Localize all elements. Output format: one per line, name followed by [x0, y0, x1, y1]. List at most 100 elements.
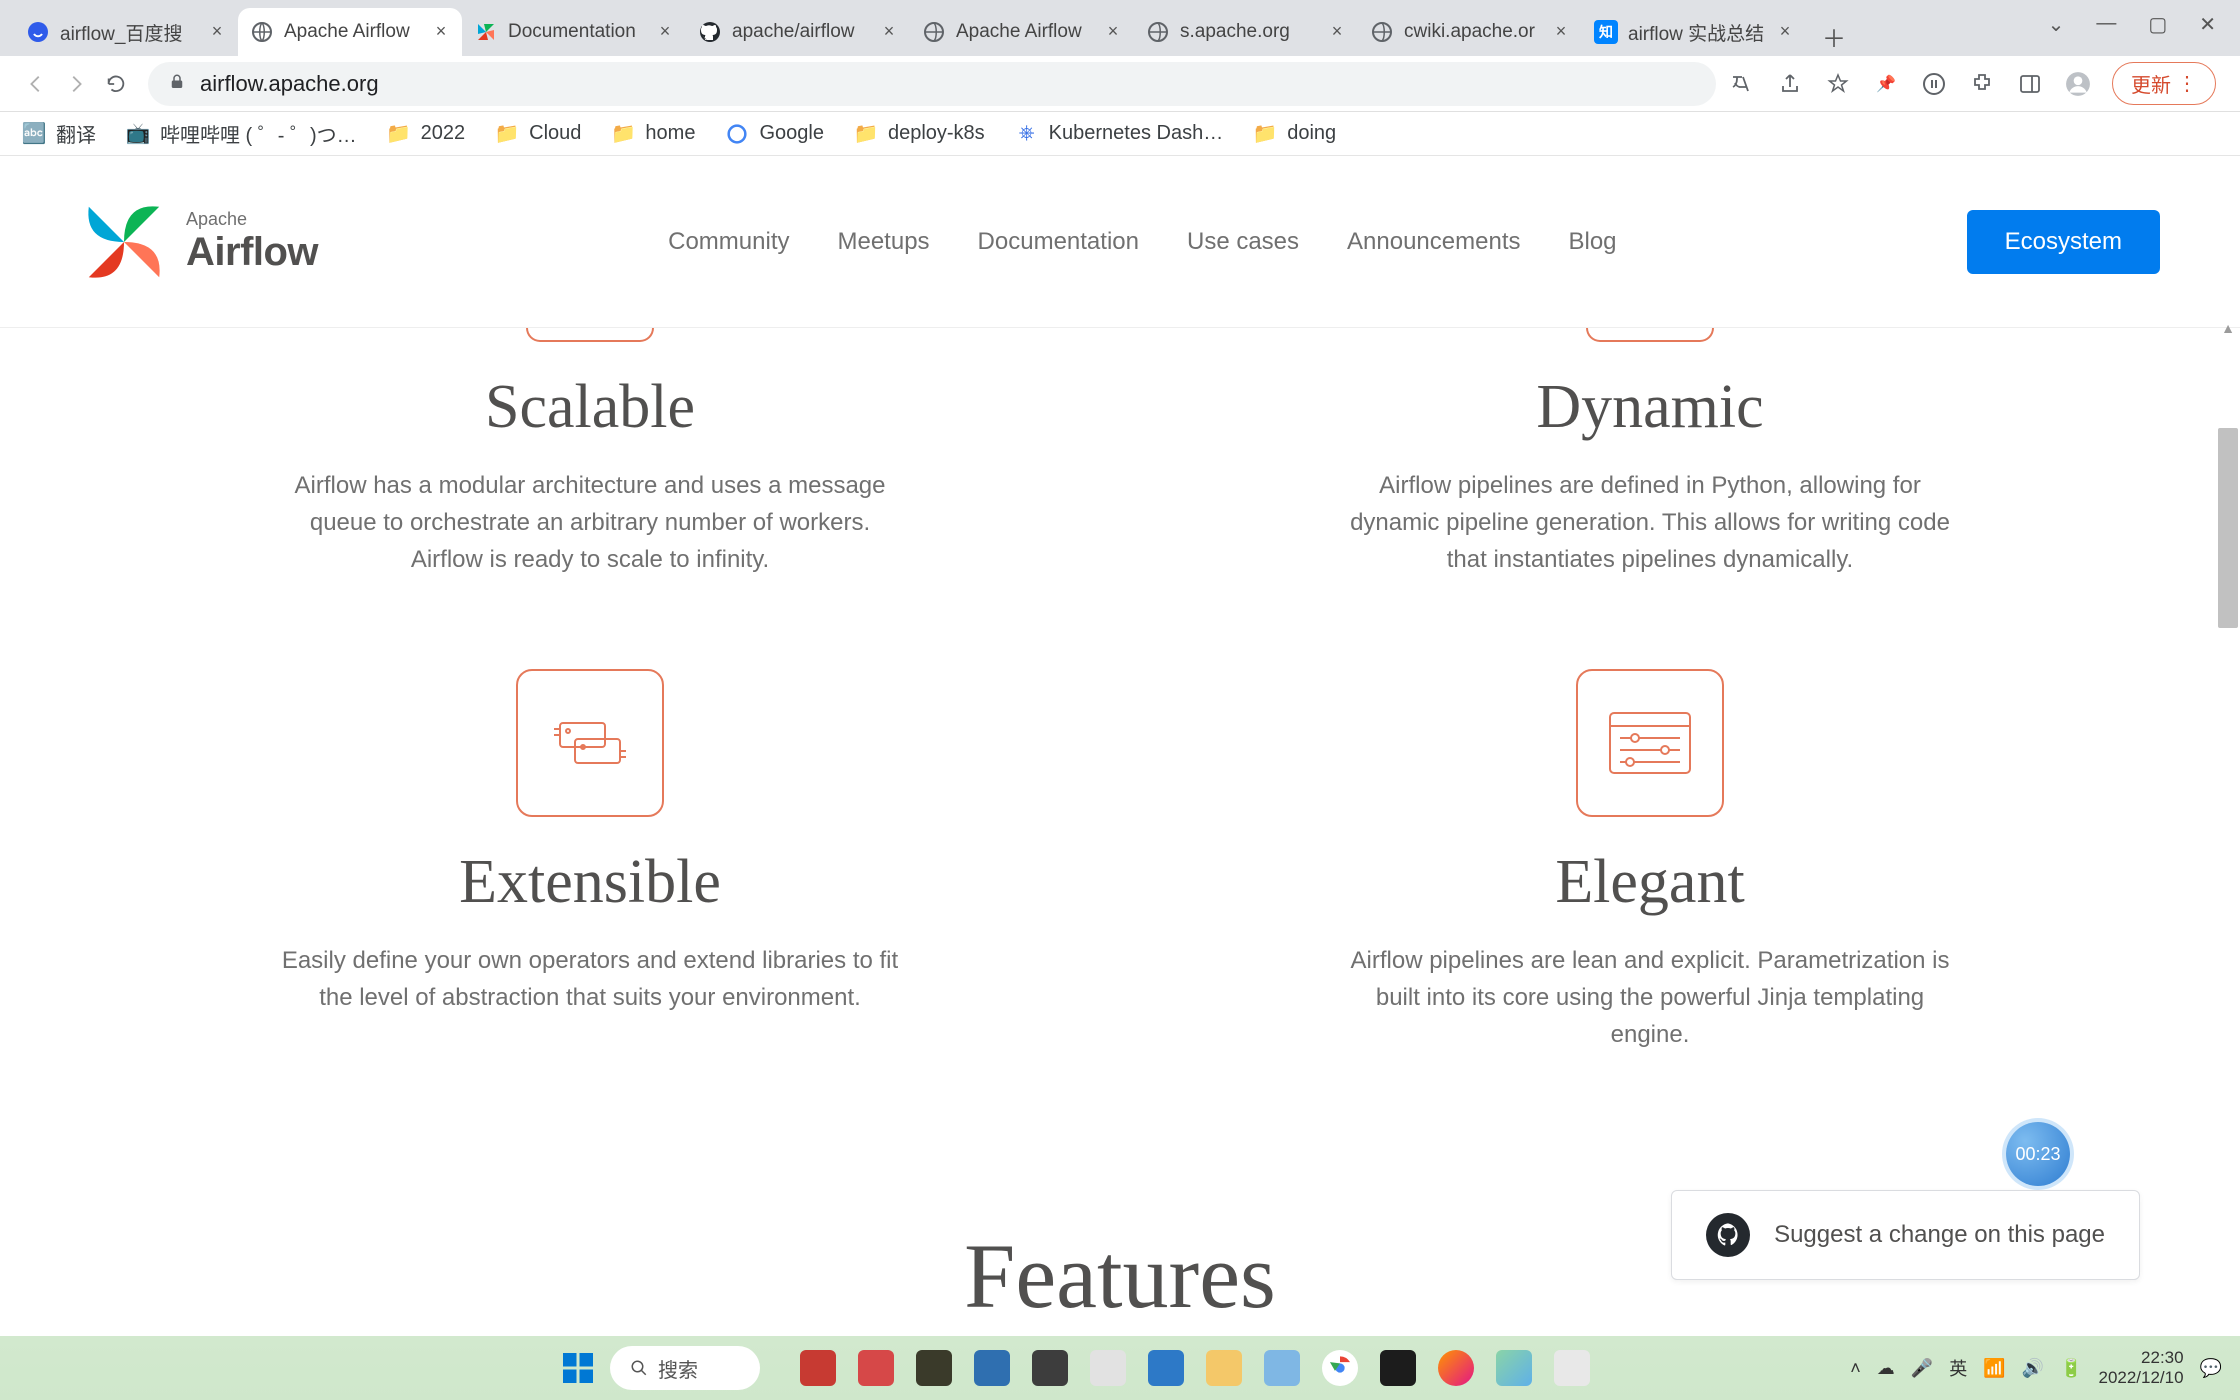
bookmark-deploy-k8s[interactable]: 📁deploy-k8s: [854, 122, 985, 146]
site-logo[interactable]: Apache Airflow: [80, 198, 318, 286]
taskbar-app-2[interactable]: [858, 1350, 894, 1386]
tray-cloud-icon[interactable]: ☁: [1877, 1358, 1895, 1379]
tray-wifi-icon[interactable]: 📶: [1983, 1358, 2005, 1379]
taskbar-explorer[interactable]: [1206, 1350, 1242, 1386]
nav-announcements[interactable]: Announcements: [1347, 228, 1520, 256]
bookmark-translate[interactable]: 🔤翻译: [22, 119, 96, 148]
reload-button[interactable]: [96, 64, 136, 104]
start-button[interactable]: [560, 1350, 596, 1386]
tray-volume-icon[interactable]: 🔊: [2022, 1358, 2044, 1379]
tab-airflow-2[interactable]: Apache Airflow ×: [910, 8, 1134, 56]
scrollbar-thumb[interactable]: [2218, 428, 2238, 628]
tray-clock[interactable]: 22:30 2022/12/10: [2098, 1348, 2183, 1389]
scroll-up-icon[interactable]: ▲: [2218, 320, 2238, 340]
translate-icon[interactable]: [1728, 70, 1756, 98]
folder-icon: 📁: [854, 122, 878, 146]
extensions-icon[interactable]: [1968, 70, 1996, 98]
feature-body: Airflow pipelines are defined in Python,…: [1340, 467, 1960, 579]
tab-github[interactable]: apache/airflow ×: [686, 8, 910, 56]
tab-airflow-home[interactable]: Apache Airflow ×: [238, 8, 462, 56]
taskbar-app-6[interactable]: [1090, 1350, 1126, 1386]
kebab-icon: ⋮: [2177, 71, 2197, 96]
nav-community[interactable]: Community: [668, 228, 789, 256]
bookmarks-bar: 🔤翻译 📺哔哩哔哩 ( ゜- ゜)つ… 📁2022 📁Cloud 📁home G…: [0, 112, 2240, 156]
tab-sapache[interactable]: s.apache.org ×: [1134, 8, 1358, 56]
tab-docs[interactable]: Documentation ×: [462, 8, 686, 56]
bookmark-doing[interactable]: 📁doing: [1253, 122, 1336, 146]
close-icon[interactable]: ×: [1552, 23, 1570, 41]
github-icon: [698, 20, 722, 44]
taskbar-app-4[interactable]: [974, 1350, 1010, 1386]
back-button[interactable]: [16, 64, 56, 104]
tray-mic-icon[interactable]: 🎤: [1911, 1358, 1933, 1379]
share-icon[interactable]: [1776, 70, 1804, 98]
nav-meetups[interactable]: Meetups: [837, 228, 929, 256]
taskbar-chrome[interactable]: [1322, 1350, 1358, 1386]
close-icon[interactable]: ×: [1104, 23, 1122, 41]
folder-icon: 📁: [1253, 122, 1277, 146]
pause-ext-icon[interactable]: [1920, 70, 1948, 98]
main-nav: Community Meetups Documentation Use case…: [318, 228, 1967, 256]
taskbar-app-8[interactable]: [1496, 1350, 1532, 1386]
bookmark-cloud[interactable]: 📁Cloud: [495, 122, 581, 146]
tab-label: Apache Airflow: [284, 21, 432, 43]
suggest-label: Suggest a change on this page: [1774, 1221, 2105, 1249]
tab-zhihu[interactable]: 知 airflow 实战总结 ×: [1582, 8, 1806, 56]
taskbar-app-9[interactable]: [1554, 1350, 1590, 1386]
tray-chevron-icon[interactable]: ˄: [1850, 1358, 1861, 1379]
suggest-change-button[interactable]: Suggest a change on this page: [1671, 1190, 2140, 1280]
close-icon[interactable]: ×: [208, 23, 226, 41]
timer-value: 00:23: [2015, 1144, 2060, 1165]
update-button[interactable]: 更新 ⋮: [2112, 62, 2216, 105]
maximize-icon[interactable]: ▢: [2148, 12, 2167, 37]
minimize-icon[interactable]: —: [2096, 12, 2116, 37]
tab-label: Documentation: [508, 21, 656, 43]
bookmark-home[interactable]: 📁home: [611, 122, 695, 146]
dropdown-icon[interactable]: ⌄: [2048, 12, 2065, 37]
bookmark-google[interactable]: Google: [725, 122, 824, 146]
nav-use-cases[interactable]: Use cases: [1187, 228, 1299, 256]
tab-label: airflow_百度搜: [60, 19, 208, 46]
bookmark-2022[interactable]: 📁2022: [387, 122, 466, 146]
profile-icon[interactable]: [2064, 70, 2092, 98]
close-icon[interactable]: ×: [1328, 23, 1346, 41]
close-icon[interactable]: ✕: [2199, 12, 2216, 37]
nav-blog[interactable]: Blog: [1568, 228, 1616, 256]
taskbar-app-1[interactable]: [800, 1350, 836, 1386]
scalable-icon: [526, 328, 654, 342]
taskbar-firefox[interactable]: [1438, 1350, 1474, 1386]
timer-bubble[interactable]: 00:23: [2006, 1122, 2070, 1186]
sidepanel-icon[interactable]: [2016, 70, 2044, 98]
baidu-icon: [26, 20, 50, 44]
site-header: Apache Airflow Community Meetups Documen…: [0, 156, 2240, 328]
tray-ime[interactable]: 英: [1949, 1355, 1967, 1381]
tab-label: Apache Airflow: [956, 21, 1104, 43]
tab-cwiki[interactable]: cwiki.apache.or ×: [1358, 8, 1582, 56]
tray-date: 2022/12/10: [2098, 1368, 2183, 1388]
close-icon[interactable]: ×: [880, 23, 898, 41]
close-icon[interactable]: ×: [656, 23, 674, 41]
taskbar-photos[interactable]: [1264, 1350, 1300, 1386]
pin-ext-icon[interactable]: 📌: [1872, 70, 1900, 98]
new-tab-button[interactable]: ＋: [1814, 16, 1854, 56]
feature-title: Elegant: [1180, 847, 2120, 918]
tab-label: airflow 实战总结: [1628, 19, 1776, 46]
globe-icon: [922, 20, 946, 44]
bookmark-bilibili[interactable]: 📺哔哩哔哩 ( ゜- ゜)つ…: [126, 119, 357, 148]
bookmark-k8s-dash[interactable]: ⎈Kubernetes Dash…: [1015, 122, 1224, 146]
star-icon[interactable]: [1824, 70, 1852, 98]
nav-documentation[interactable]: Documentation: [978, 228, 1139, 256]
forward-button[interactable]: [56, 64, 96, 104]
taskbar-app-5[interactable]: [1032, 1350, 1068, 1386]
close-icon[interactable]: ×: [432, 23, 450, 41]
tray-notifications-icon[interactable]: 💬: [2200, 1358, 2222, 1379]
tab-baidu[interactable]: airflow_百度搜 ×: [14, 8, 238, 56]
taskbar-terminal[interactable]: [1380, 1350, 1416, 1386]
taskbar-search[interactable]: 搜索: [610, 1346, 760, 1390]
taskbar-app-3[interactable]: [916, 1350, 952, 1386]
taskbar-app-7[interactable]: [1148, 1350, 1184, 1386]
address-bar[interactable]: airflow.apache.org: [148, 62, 1716, 106]
close-icon[interactable]: ×: [1776, 23, 1794, 41]
ecosystem-button[interactable]: Ecosystem: [1967, 210, 2160, 274]
tray-battery-icon[interactable]: 🔋: [2060, 1358, 2082, 1379]
